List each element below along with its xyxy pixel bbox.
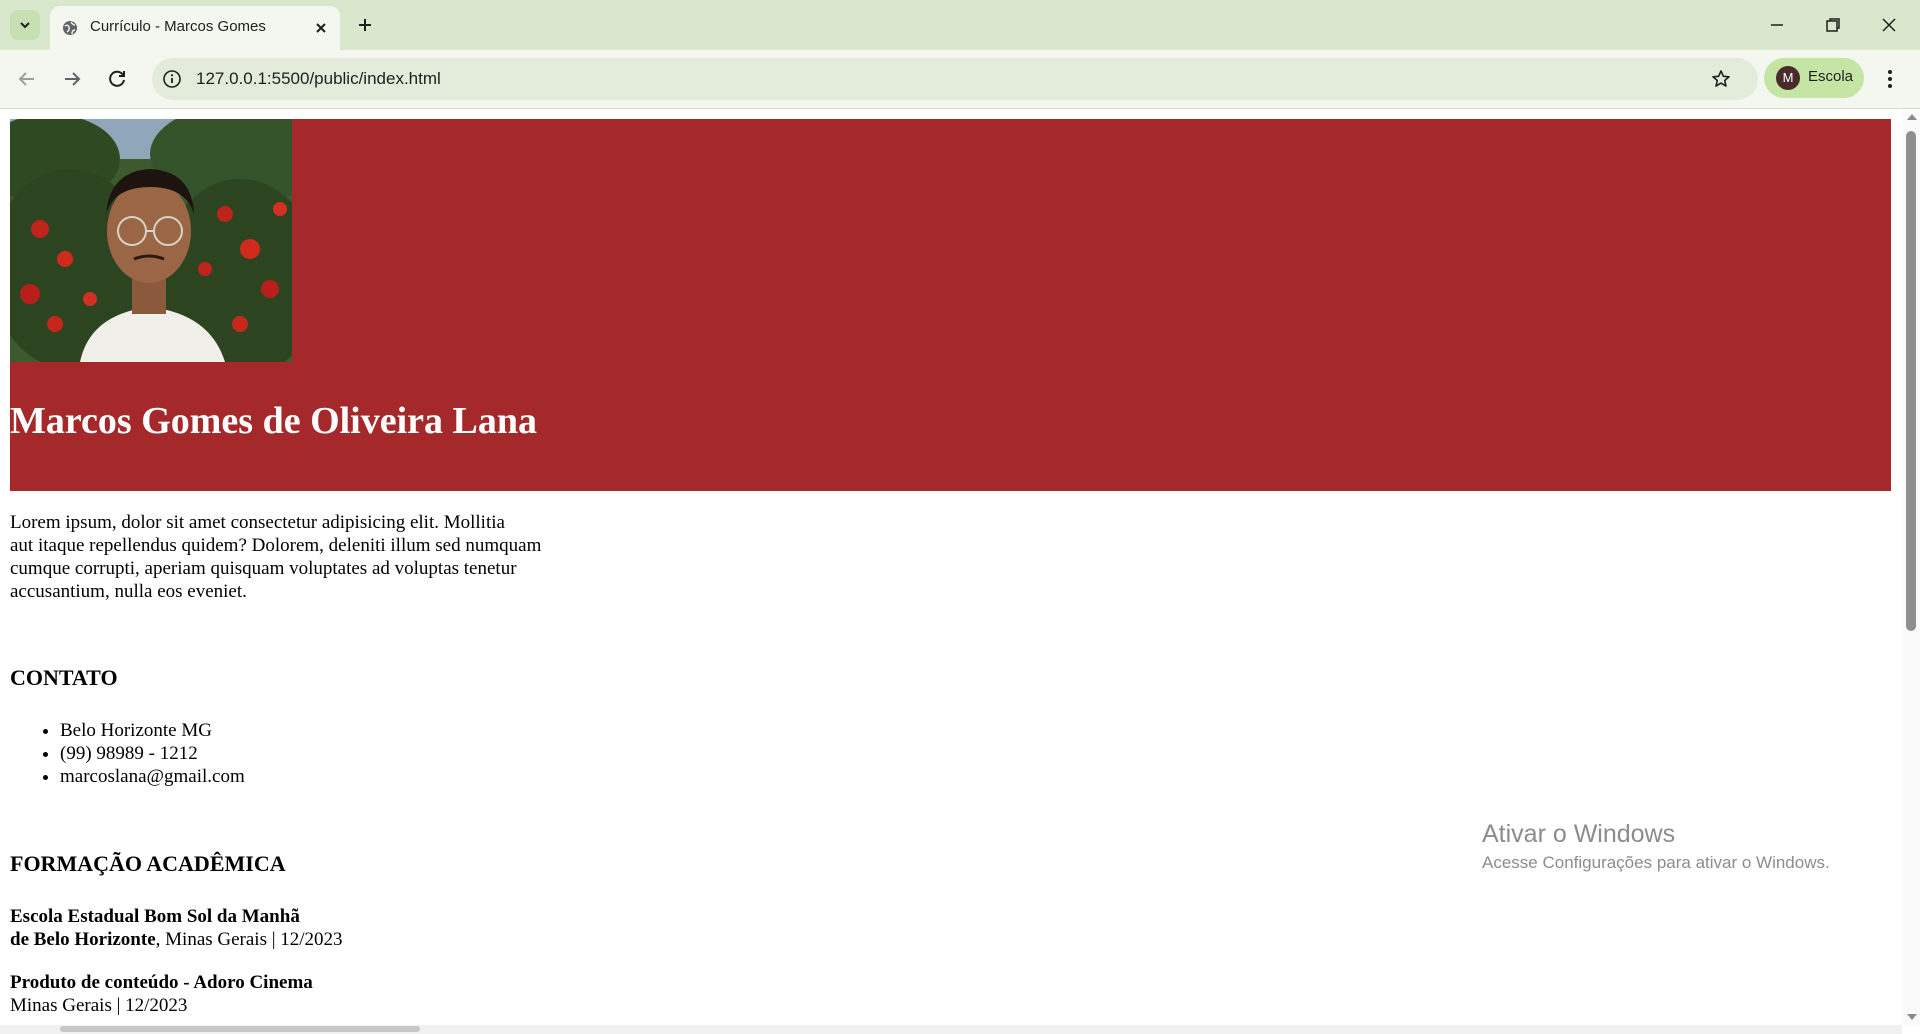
site-info-icon[interactable] bbox=[162, 69, 182, 89]
globe-icon bbox=[63, 21, 77, 35]
page-viewport: Marcos Gomes de Oliveira Lana Lorem ipsu… bbox=[0, 109, 1902, 1025]
tab-search-button[interactable] bbox=[10, 10, 40, 40]
scroll-thumb[interactable] bbox=[1906, 131, 1916, 631]
intro-line: cumque corrupti, aperiam quisquam volupt… bbox=[10, 558, 517, 579]
restore-icon[interactable] bbox=[1822, 14, 1844, 36]
education-details: , Minas Gerais | 12/2023 bbox=[155, 929, 343, 950]
intro-paragraph: Lorem ipsum, dolor sit amet consectetur … bbox=[10, 511, 580, 603]
tab-title: Currículo - Marcos Gomes bbox=[90, 18, 266, 35]
close-tab-icon[interactable] bbox=[312, 19, 330, 37]
contact-email: marcoslana@gmail.com bbox=[60, 765, 245, 788]
intro-line: aut itaque repellendus quidem? Dolorem, … bbox=[10, 535, 542, 556]
minimize-icon[interactable] bbox=[1766, 14, 1788, 36]
browser-tab-active[interactable]: Currículo - Marcos Gomes bbox=[50, 6, 340, 50]
watermark-title: Ativar o Windows bbox=[1482, 820, 1676, 848]
header-banner: Marcos Gomes de Oliveira Lana bbox=[10, 119, 1891, 491]
education-entry: Produto de conteúdo - Adoro Cinema Minas… bbox=[10, 971, 313, 1017]
profile-button[interactable]: M Escola bbox=[1764, 58, 1864, 98]
watermark-subtitle: Acesse Configurações para ativar o Windo… bbox=[1482, 853, 1830, 872]
bookmark-star-icon[interactable] bbox=[1710, 68, 1732, 90]
reload-icon[interactable] bbox=[104, 66, 130, 92]
intro-line: accusantium, nulla eos eveniet. bbox=[10, 581, 247, 602]
browser-toolbar: 127.0.0.1:5500/public/index.html M Escol… bbox=[0, 50, 1920, 109]
tab-strip: Currículo - Marcos Gomes bbox=[0, 0, 1920, 50]
education-heading: FORMAÇÃO ACADÊMICA bbox=[10, 851, 286, 876]
contact-city: Belo Horizonte MG bbox=[60, 719, 245, 742]
education-entry: Escola Estadual Bom Sol da Manhã de Belo… bbox=[10, 905, 343, 951]
scroll-up-arrow-icon[interactable] bbox=[1907, 114, 1917, 120]
back-arrow-icon[interactable] bbox=[14, 66, 40, 92]
profile-photo bbox=[10, 119, 292, 362]
education-details: Minas Gerais | 12/2023 bbox=[10, 995, 188, 1016]
page-title: Marcos Gomes de Oliveira Lana bbox=[10, 400, 538, 442]
horizontal-scrollbar[interactable] bbox=[0, 1025, 1902, 1034]
education-school-cont: de Belo Horizonte bbox=[10, 929, 156, 950]
avatar: M bbox=[1776, 66, 1800, 90]
address-bar[interactable]: 127.0.0.1:5500/public/index.html bbox=[152, 58, 1758, 100]
chevron-down-icon bbox=[20, 22, 30, 29]
education-school: Escola Estadual Bom Sol da Manhã bbox=[10, 906, 300, 927]
new-tab-icon[interactable] bbox=[354, 14, 376, 36]
horizontal-scroll-thumb[interactable] bbox=[60, 1026, 420, 1032]
profile-label: Escola bbox=[1808, 68, 1854, 85]
url-text[interactable]: 127.0.0.1:5500/public/index.html bbox=[196, 69, 441, 89]
education-course: Produto de conteúdo - Adoro Cinema bbox=[10, 972, 313, 993]
contact-list: Belo Horizonte MG (99) 98989 - 1212 marc… bbox=[10, 719, 245, 788]
more-menu-icon[interactable] bbox=[1880, 68, 1900, 90]
forward-arrow-icon[interactable] bbox=[59, 66, 85, 92]
vertical-scrollbar[interactable] bbox=[1902, 109, 1920, 1025]
scroll-down-arrow-icon[interactable] bbox=[1907, 1014, 1917, 1020]
contact-phone: (99) 98989 - 1212 bbox=[60, 742, 245, 765]
windows-activation-watermark: Ativar o Windows Acesse Configurações pa… bbox=[1482, 818, 1830, 876]
contact-heading: CONTATO bbox=[10, 665, 118, 690]
intro-line: Lorem ipsum, dolor sit amet consectetur … bbox=[10, 512, 505, 533]
close-window-icon[interactable] bbox=[1878, 14, 1900, 36]
